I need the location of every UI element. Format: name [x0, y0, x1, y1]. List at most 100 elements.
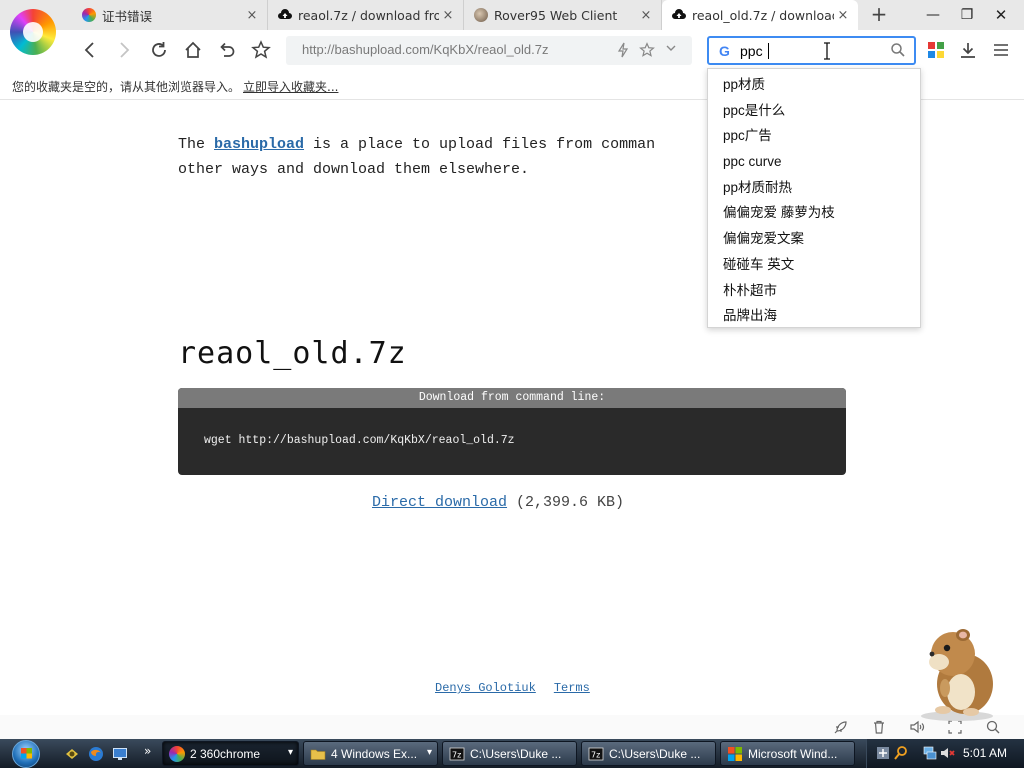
tab-title: Rover95 Web Client [494, 7, 618, 23]
start-button[interactable] [8, 739, 44, 768]
nav-toolbar: http://bashupload.com/KqKbX/reaol_old.7z… [0, 30, 1024, 70]
tab-cert-error[interactable]: 证书错误 × [72, 0, 268, 30]
quick-launch-desktop-icon[interactable] [112, 746, 128, 762]
star-icon [251, 40, 271, 59]
dropdown-arrow-icon: ▾ [287, 747, 293, 758]
file-size: (2,399.6 KB) [507, 494, 625, 511]
forward-button[interactable] [111, 38, 137, 62]
address-bar[interactable]: http://bashupload.com/KqKbX/reaol_old.7z [286, 36, 692, 65]
reload-button[interactable] [146, 38, 172, 62]
tab-reaol-download[interactable]: reaol.7z / download from × [268, 0, 464, 30]
main-menu-button[interactable] [988, 38, 1014, 62]
suggestion-item[interactable]: ppc广告 [708, 123, 920, 149]
network-icon[interactable] [922, 745, 938, 761]
apps-grid-icon[interactable] [928, 42, 944, 58]
undo-close-tab-button[interactable] [214, 38, 240, 62]
favorite-star-icon[interactable] [638, 42, 656, 60]
tab-close-icon[interactable]: × [243, 8, 261, 23]
tab-rover95[interactable]: Rover95 Web Client × [464, 0, 662, 30]
tab-close-icon[interactable]: × [637, 8, 655, 23]
page-title: reaol_old.7z [178, 336, 407, 371]
quick-launch-firefox-icon[interactable] [88, 746, 104, 762]
tab-close-icon[interactable]: × [834, 8, 852, 23]
minimize-button[interactable]: — [918, 4, 948, 26]
search-box[interactable]: G ppc [707, 36, 916, 65]
tab-reaol-old-download[interactable]: reaol_old.7z / download f × [662, 0, 858, 30]
lightning-icon[interactable] [614, 42, 632, 60]
browser-360-logo[interactable] [10, 9, 56, 55]
chrome360-icon [169, 745, 185, 762]
browser-status-bar [0, 715, 1024, 739]
taskbar-item-7zip-1[interactable]: 7z C:\Users\Duke ... [442, 741, 577, 766]
search-input[interactable]: ppc [740, 43, 763, 59]
restore-button[interactable]: ❐ [952, 4, 982, 26]
suggestion-item[interactable]: pp材质 [708, 72, 920, 98]
command-line-header: Download from command line: [178, 388, 846, 408]
taskbar-item-windows-explorer[interactable]: 4 Windows Ex... ▾ [303, 741, 438, 766]
search-icon[interactable] [890, 42, 906, 58]
taskbar-item-360chrome[interactable]: 2 360chrome ▾ [162, 741, 299, 766]
undo-icon [220, 42, 235, 57]
wget-command[interactable]: wget http://bashupload.com/KqKbX/reaol_o… [204, 434, 515, 447]
folder-icon [310, 749, 326, 760]
download-button[interactable] [955, 38, 981, 62]
taskbar-item-label: C:\Users\Duke ... [609, 746, 701, 761]
colorful-360-icon [82, 8, 96, 22]
back-arrow-icon [84, 42, 94, 58]
svg-text:7z: 7z [591, 750, 600, 759]
taskbar-overflow-chevron[interactable]: » [144, 744, 151, 758]
home-button[interactable] [180, 38, 206, 62]
suggestion-item[interactable]: 偏偏宠爱 藤萝为枝 [708, 200, 920, 226]
command-line-box: Download from command line: wget http://… [178, 388, 846, 475]
bookmark-star-button[interactable] [248, 38, 274, 62]
taskbar: » 2 360chrome ▾ 4 Windows Ex... ▾ 7z C:\… [0, 739, 1024, 768]
suggestion-item[interactable]: pp材质耐热 [708, 175, 920, 201]
cloud-upload-icon [278, 8, 292, 22]
suggestion-item[interactable]: 偏偏宠爱文案 [708, 226, 920, 252]
cloud-upload-icon [672, 8, 686, 22]
suggestion-item[interactable]: ppc curve [708, 149, 920, 175]
tab-close-icon[interactable]: × [439, 8, 457, 23]
suggestion-item[interactable]: 朴朴超市 [708, 278, 920, 304]
hamster-pet-icon[interactable] [905, 618, 1005, 722]
footer-links: Denys Golotiuk Terms [435, 681, 608, 695]
import-bookmarks-link[interactable]: 立即导入收藏夹... [243, 78, 338, 95]
clock: 5:01 AM [963, 746, 1008, 760]
bookmarks-empty-text: 您的收藏夹是空的，请从其他浏览器导入。 [12, 80, 241, 94]
screen: 证书错误 × reaol.7z / download from × Rover9… [0, 0, 1024, 768]
windows-logo-icon [12, 739, 40, 768]
suggestion-item[interactable]: 品牌出海 [708, 303, 920, 329]
quick-launch-app-icon[interactable] [64, 746, 80, 762]
suggestion-item[interactable]: ppc是什么 [708, 98, 920, 124]
taskbar-item-microsoft-windows[interactable]: Microsoft Wind... [720, 741, 855, 766]
taskbar-item-label: C:\Users\Duke ... [470, 746, 562, 761]
trash-icon[interactable] [871, 719, 887, 735]
tray-search-icon[interactable] [893, 745, 909, 761]
back-button[interactable] [77, 38, 103, 62]
tray-app-icon[interactable] [875, 745, 891, 761]
terms-link[interactable]: Terms [554, 681, 590, 695]
download-icon [961, 43, 975, 58]
chevron-down-icon[interactable] [662, 42, 680, 60]
new-tab-button[interactable]: + [868, 3, 890, 27]
ibeam-cursor-icon [824, 42, 830, 60]
google-icon: G [719, 43, 730, 59]
hamburger-menu-icon [994, 44, 1008, 56]
volume-muted-icon[interactable] [940, 745, 956, 761]
direct-download-link[interactable]: Direct download [372, 494, 507, 511]
text-caret [768, 43, 769, 59]
search-suggestions-dropdown: pp材质 ppc是什么 ppc广告 ppc curve pp材质耐热 偏偏宠爱 … [707, 68, 921, 328]
tab-strip: 证书错误 × reaol.7z / download from × Rover9… [0, 0, 1024, 30]
address-url[interactable]: http://bashupload.com/KqKbX/reaol_old.7z [302, 42, 548, 57]
rover-icon [474, 8, 488, 22]
reload-icon [152, 42, 166, 57]
bashupload-link[interactable]: bashupload [214, 136, 304, 153]
direct-download-row: Direct download (2,399.6 KB) [372, 494, 624, 511]
dropdown-arrow-icon: ▾ [426, 747, 432, 758]
close-window-button[interactable]: ✕ [986, 4, 1016, 26]
taskbar-item-7zip-2[interactable]: 7z C:\Users\Duke ... [581, 741, 716, 766]
suggestion-item[interactable]: 碰碰车 英文 [708, 252, 920, 278]
rocket-icon[interactable] [833, 719, 849, 735]
svg-text:7z: 7z [452, 750, 461, 759]
author-link[interactable]: Denys Golotiuk [435, 681, 536, 695]
